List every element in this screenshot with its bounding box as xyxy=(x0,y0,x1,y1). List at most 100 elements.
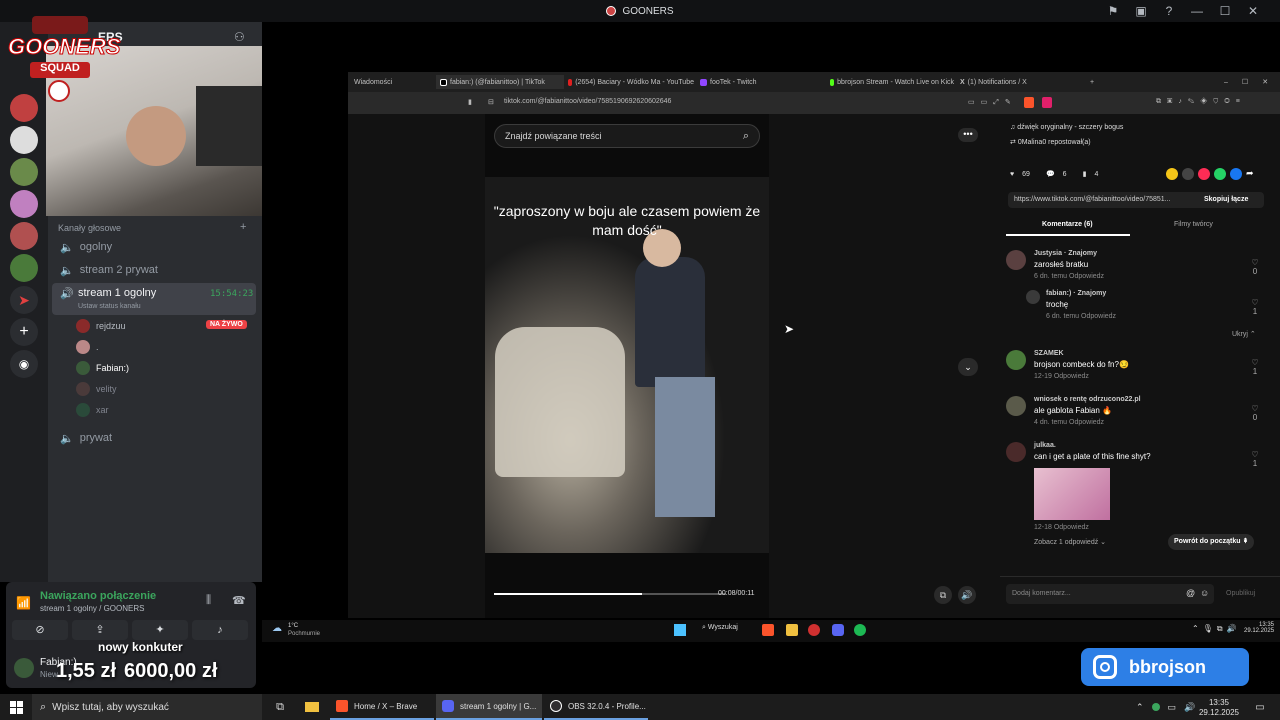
channel-status-hint[interactable]: Ustaw status kanału xyxy=(78,303,141,310)
comment-author[interactable]: fabian:) · Znajomy xyxy=(1046,290,1106,297)
browser-tab[interactable]: (2654) Baciary - Wódko Ma - YouTube xyxy=(568,75,694,89)
comment-meta[interactable]: 12-19 Odpowiedz xyxy=(1034,373,1089,380)
heart-icon[interactable]: ♥ xyxy=(1010,171,1014,178)
avatar[interactable] xyxy=(1006,396,1026,416)
folder-icon[interactable] xyxy=(786,624,798,636)
minimize-icon[interactable]: — xyxy=(1190,4,1204,18)
voice-channel-ogolny[interactable]: 🔈 ogolny xyxy=(52,236,256,258)
system-tray[interactable]: ⌃ ▭ 🔊 xyxy=(1136,694,1195,720)
minimize-icon[interactable]: – xyxy=(1224,79,1228,86)
copy-link-button[interactable]: Skopiuj łącze xyxy=(1204,196,1248,203)
sound-label[interactable]: ♫ dźwięk oryginalny - szczery bogus xyxy=(1010,124,1123,131)
task-view-icon[interactable]: ⧉ xyxy=(270,694,290,720)
server-icon[interactable] xyxy=(10,222,38,250)
emoji-icon[interactable]: ☺ xyxy=(1200,588,1209,598)
signal-icon[interactable]: 📶 xyxy=(16,596,31,610)
related-search-input[interactable]: Znajdź powiązane treści ⌕ xyxy=(494,124,760,148)
server-icon[interactable] xyxy=(10,158,38,186)
comment-meta[interactable]: 4 dn. temu Odpowiedz xyxy=(1034,419,1104,426)
add-server-icon[interactable]: + xyxy=(10,318,38,346)
chevron-down-icon[interactable]: ⌄ xyxy=(958,358,978,376)
taskbar-search[interactable]: ⌕ Wpisz tutaj, aby wyszukać xyxy=(32,694,262,720)
server-icon[interactable] xyxy=(10,126,38,154)
soundboard-button[interactable]: ♪ xyxy=(192,620,248,640)
comment-image[interactable] xyxy=(1034,468,1110,520)
taskbar-app-brave[interactable]: Home / X – Brave xyxy=(330,694,434,720)
avatar[interactable] xyxy=(1006,442,1026,462)
screen-share-button[interactable]: ⇪ xyxy=(72,620,128,640)
progress-bar-track[interactable] xyxy=(642,593,726,595)
volume-icon[interactable]: 🔊 xyxy=(1184,702,1195,713)
see-replies-button[interactable]: Zobacz 1 odpowiedź ⌄ xyxy=(1034,538,1106,546)
server-icon[interactable] xyxy=(10,254,38,282)
whatsapp-icon[interactable] xyxy=(1214,168,1226,180)
rocket-icon[interactable]: ➤ xyxy=(10,286,38,314)
voice-user[interactable]: rejdzuu NA ŻYWO xyxy=(76,316,256,336)
taskbar-app-obs[interactable]: OBS 32.0.4 - Profile... xyxy=(544,694,648,720)
avatar[interactable] xyxy=(1006,350,1026,370)
add-comment-input[interactable]: Dodaj komentarz... @ ☺ xyxy=(1006,584,1214,604)
spotify-icon[interactable] xyxy=(854,624,866,636)
more-options-icon[interactable]: ••• xyxy=(958,128,978,142)
new-tab-button[interactable]: + xyxy=(1090,75,1094,89)
progress-bar-fill[interactable] xyxy=(494,593,642,595)
connection-channel[interactable]: stream 1 ogolny / GOONERS xyxy=(40,604,144,613)
help-icon[interactable]: ? xyxy=(1162,4,1176,18)
tray-status-icon[interactable] xyxy=(1151,703,1160,711)
start-button[interactable] xyxy=(0,694,32,720)
comment-like[interactable]: ♡ 1 xyxy=(1250,358,1260,376)
flag-icon[interactable]: ⚑ xyxy=(1106,4,1120,18)
bookmark-icon[interactable]: ▮ xyxy=(468,98,472,106)
comment-meta[interactable]: 6 dn. temu Odpowiedz xyxy=(1046,313,1116,320)
comment-like[interactable]: ♡ 0 xyxy=(1250,404,1260,422)
comment-meta[interactable]: 6 dn. temu Odpowiedz xyxy=(1034,273,1104,280)
close-icon[interactable]: ✕ xyxy=(1246,4,1260,18)
network-icon[interactable]: ▭ xyxy=(1168,702,1177,713)
facebook-icon[interactable] xyxy=(1230,168,1242,180)
comment-author[interactable]: SZAMEK xyxy=(1034,350,1064,357)
server-icon[interactable] xyxy=(10,190,38,218)
extension-icons[interactable]: ⧉▣♪✎◈⛉◎≡ xyxy=(1156,98,1246,106)
taskbar-app-discord[interactable]: stream 1 ogolny | G... xyxy=(436,694,542,720)
close-icon[interactable]: ✕ xyxy=(1262,78,1268,86)
comment-icon[interactable]: 💬 xyxy=(1046,170,1055,178)
avatar[interactable] xyxy=(1006,250,1026,270)
comment-meta[interactable]: 12-18 Odpowiedz xyxy=(1034,524,1089,531)
toolbar-icons[interactable]: ▭▭⤢✎ xyxy=(968,98,1017,107)
browser-tab[interactable]: bbrojson Stream - Watch Live on Kick xyxy=(830,75,954,89)
comment-like[interactable]: ♡ 1 xyxy=(1250,298,1260,316)
share-coin-icon[interactable] xyxy=(1166,168,1178,180)
back-to-top-button[interactable]: Powrót do początku ⇞ xyxy=(1168,534,1255,550)
inner-search[interactable]: ⌕ Wyszukaj xyxy=(702,624,738,632)
discord-icon[interactable] xyxy=(832,624,844,636)
browser-tab[interactable]: X (1) Notifications / X xyxy=(960,75,1080,89)
tray-icons[interactable]: ⌃🎙⧉🔊 xyxy=(1192,624,1241,634)
notifications-icon[interactable]: ▭ xyxy=(1250,694,1270,720)
tab-creator-videos[interactable]: Filmy twórcy xyxy=(1174,221,1213,228)
connection-status[interactable]: Nawiązano połączenie xyxy=(40,590,156,602)
avatar[interactable] xyxy=(14,658,34,678)
windows-start-icon[interactable] xyxy=(674,624,686,636)
url-text[interactable]: tiktok.com/@fabianittoo/video/7585190692… xyxy=(504,98,671,105)
search-icon[interactable]: ⌕ xyxy=(743,130,749,143)
maximize-icon[interactable]: ☐ xyxy=(1242,78,1248,86)
discover-icon[interactable]: ◉ xyxy=(10,350,38,378)
volume-icon[interactable]: 🔊 xyxy=(958,586,976,604)
invite-icon[interactable]: ⚇ xyxy=(234,30,245,44)
browser-tab[interactable]: fooTek - Twitch xyxy=(700,75,820,89)
camera-off-button[interactable]: ⊘ xyxy=(12,620,68,640)
maximize-icon[interactable]: ☐ xyxy=(1218,4,1232,18)
publish-button[interactable]: Opublikuj xyxy=(1226,590,1255,597)
voice-user[interactable]: velity xyxy=(76,379,117,399)
mention-icon[interactable]: @ xyxy=(1186,588,1195,598)
voice-user[interactable]: xar xyxy=(76,400,109,420)
avatar[interactable] xyxy=(1026,290,1040,304)
voice-channel-stream-2[interactable]: 🔈 stream 2 prywat xyxy=(52,259,256,281)
comment-author[interactable]: julkaa. xyxy=(1034,442,1056,449)
disconnect-icon[interactable]: ☎ xyxy=(232,594,246,607)
hide-replies-button[interactable]: Ukryj ⌃ xyxy=(1232,330,1256,338)
voice-user[interactable]: . xyxy=(76,337,99,357)
brave-rewards-icon[interactable] xyxy=(1042,97,1052,108)
embed-icon[interactable] xyxy=(1182,168,1194,180)
file-explorer-icon[interactable] xyxy=(302,694,322,720)
